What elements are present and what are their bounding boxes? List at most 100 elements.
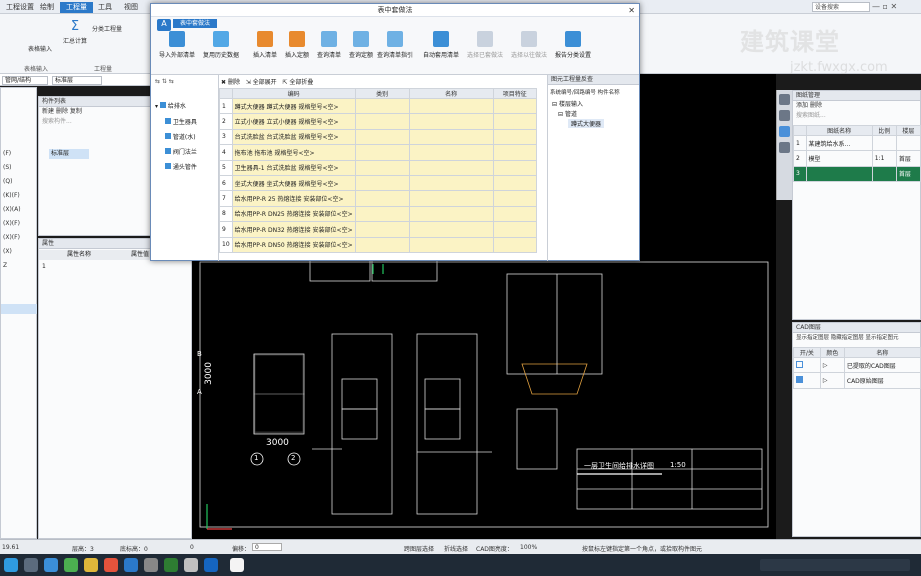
summary-calc-button[interactable]: Σ 汇总计算 bbox=[60, 20, 90, 46]
checkbox-icon[interactable] bbox=[165, 148, 171, 154]
app-icon[interactable] bbox=[204, 558, 218, 572]
tree-root[interactable]: ▾ 给排水 bbox=[155, 101, 186, 110]
view-icon[interactable] bbox=[779, 126, 790, 137]
new-button[interactable]: 新建 bbox=[42, 108, 54, 115]
btn-label: 导入外部清单 bbox=[158, 52, 195, 59]
table-row[interactable]: 3 台式洗脸盆 台式洗脸盆 规格型号<空> bbox=[219, 128, 538, 146]
checkbox-icon[interactable] bbox=[159, 102, 166, 108]
side-row[interactable]: ⊟ 楼层输入 bbox=[552, 99, 583, 108]
app-icon[interactable] bbox=[144, 558, 158, 572]
tree-item[interactable]: (X)(F) bbox=[3, 234, 20, 241]
tree-child[interactable]: 管道(水) bbox=[165, 132, 196, 141]
table-row[interactable]: 1 某建筑给水系... bbox=[793, 134, 921, 152]
app-icon[interactable] bbox=[104, 558, 118, 572]
offset-input[interactable]: 0 bbox=[252, 543, 282, 551]
auto-apply-button[interactable]: 自动套用清单 bbox=[419, 31, 463, 59]
table-input-button[interactable]: 表格输入 bbox=[20, 44, 60, 53]
copy-button[interactable]: 复制 bbox=[70, 108, 82, 115]
orbit-icon[interactable] bbox=[779, 94, 790, 105]
show-layer-tab[interactable]: 显示指定图层 bbox=[796, 335, 829, 341]
table-row[interactable]: 10 给水用PP-R DN50 热熔连接 安装部位<空> bbox=[219, 236, 538, 253]
system-tray[interactable] bbox=[760, 559, 910, 571]
expand-icon[interactable]: ▷ bbox=[819, 356, 845, 374]
tree-selected-row[interactable] bbox=[1, 304, 37, 314]
select-previous-button[interactable]: 选择以往做法 bbox=[507, 31, 551, 59]
query-guide-button[interactable]: 查询清单指引 bbox=[373, 31, 417, 59]
table-row[interactable]: 7 给水用PP-R 25 热熔连接 安装部位<空> bbox=[219, 190, 538, 207]
tree-item[interactable]: (X)(F) bbox=[3, 220, 20, 227]
side-row[interactable]: ⊟ 管道 bbox=[558, 109, 577, 118]
drawing-search-input[interactable]: 搜索图纸... bbox=[793, 111, 920, 121]
browser-icon[interactable] bbox=[44, 558, 58, 572]
tab-tools[interactable]: 工具 bbox=[92, 2, 118, 13]
zoom-icon[interactable] bbox=[779, 110, 790, 121]
reuse-history-button[interactable]: 复用历史数据 bbox=[199, 31, 243, 59]
folder-icon[interactable] bbox=[84, 558, 98, 572]
app-icon[interactable] bbox=[230, 558, 244, 572]
tree-child[interactable]: 通头管件 bbox=[165, 162, 197, 171]
tree-child[interactable]: 卫生器具 bbox=[165, 117, 197, 126]
device-search-input[interactable]: 设备搜索 bbox=[812, 2, 870, 12]
tree-item[interactable]: (X) bbox=[3, 248, 12, 255]
tab-draw[interactable]: 绘制 bbox=[34, 2, 60, 13]
table-row[interactable]: 9 给水用PP-R DN32 热熔连接 安装部位<空> bbox=[219, 221, 538, 238]
dialog-tab[interactable]: 表中套做法 bbox=[173, 19, 217, 28]
checkbox-icon[interactable] bbox=[165, 118, 171, 124]
polyline-select[interactable]: 折线选择 bbox=[444, 544, 468, 553]
table-row[interactable]: ▷ 已提取的CAD图层 bbox=[793, 356, 921, 374]
table-row[interactable]: 6 坐式大便器 坐式大便器 规格型号<空> bbox=[219, 174, 538, 192]
import-list-button[interactable]: 导入外部清单 bbox=[155, 31, 199, 59]
tree-item[interactable]: Z bbox=[3, 262, 7, 269]
table-row[interactable]: 8 给水用PP-R DN25 热熔连接 安装部位<空> bbox=[219, 205, 538, 223]
wechat-icon[interactable] bbox=[64, 558, 78, 572]
app-icon[interactable] bbox=[184, 558, 198, 572]
tree-item[interactable]: (K)(F) bbox=[3, 192, 20, 199]
side-row-selected[interactable]: 蹲式大便器 bbox=[568, 119, 605, 128]
layer-checkbox[interactable] bbox=[796, 360, 803, 368]
show-element-tab[interactable]: 显示指定图元 bbox=[866, 335, 899, 341]
tab-quantity[interactable]: 工程量 bbox=[60, 2, 93, 13]
tree-item[interactable]: (F) bbox=[3, 150, 11, 157]
floor-selector[interactable]: 标准层 bbox=[52, 76, 102, 85]
tree-item[interactable]: (Q) bbox=[3, 178, 12, 185]
start-icon[interactable] bbox=[4, 558, 18, 572]
pan-icon[interactable] bbox=[779, 142, 790, 153]
glodon-icon[interactable] bbox=[124, 558, 138, 572]
table-row[interactable]: 1 蹲式大便器 蹲式大便器 规格型号<空> bbox=[219, 97, 538, 115]
delete-drawing-button[interactable]: 删除 bbox=[810, 102, 822, 109]
window-controls[interactable]: — ▫ ✕ bbox=[872, 2, 897, 11]
table-input-label: 表格输入 bbox=[27, 46, 52, 53]
close-icon[interactable]: ✕ bbox=[628, 4, 635, 17]
delete-button[interactable]: 删除 bbox=[56, 108, 68, 115]
system-selector[interactable]: 管网/结构 bbox=[2, 76, 48, 85]
tree-child[interactable]: 阀门法兰 bbox=[165, 147, 197, 156]
cross-layer-select[interactable]: 跨图层选择 bbox=[404, 544, 434, 553]
add-drawing-button[interactable]: 添加 bbox=[796, 102, 808, 109]
tree-item[interactable]: (S) bbox=[3, 164, 12, 171]
checkbox-icon[interactable] bbox=[165, 133, 171, 139]
table-row[interactable]: ▷ CAD原始图层 bbox=[793, 372, 921, 389]
delete-row-button[interactable]: ✖ 删除 bbox=[221, 79, 240, 86]
cad-brightness-value[interactable]: 100% bbox=[520, 544, 537, 551]
hide-layer-tab[interactable]: 隐藏指定图层 bbox=[831, 335, 864, 341]
component-item[interactable]: 标准层 bbox=[49, 149, 89, 159]
tab-view[interactable]: 视图 bbox=[118, 2, 144, 13]
table-row[interactable]: 2 立式小便器 立式小便器 规格型号<空> bbox=[219, 113, 538, 130]
classify-quantity-button[interactable]: 分类工程量 bbox=[92, 24, 136, 33]
expand-all-button[interactable]: ⇲ 全部展开 bbox=[246, 79, 277, 86]
axis-label-a: A bbox=[197, 388, 202, 396]
tree-item[interactable]: (X)(A) bbox=[3, 206, 21, 213]
tree-toolbar-icons[interactable]: ⇆ ⇅ ⇆ bbox=[155, 78, 174, 85]
checkbox-icon[interactable] bbox=[165, 163, 171, 169]
report-category-button[interactable]: 报告分类设置 bbox=[551, 31, 595, 59]
explorer-icon[interactable] bbox=[24, 558, 38, 572]
table-row[interactable]: 2 模型 1:1 首层 bbox=[793, 150, 921, 167]
table-row[interactable]: 4 拖布池 拖布池 规格型号<空> bbox=[219, 144, 538, 161]
layer-checkbox[interactable] bbox=[796, 376, 803, 384]
select-applied-button[interactable]: 选择已套做法 bbox=[463, 31, 507, 59]
table-row-selected[interactable]: 3 首层 bbox=[793, 165, 921, 183]
collapse-all-button[interactable]: ⇱ 全部折叠 bbox=[282, 79, 313, 86]
expand-icon[interactable]: ▷ bbox=[819, 372, 845, 389]
table-row[interactable]: 5 卫生器具-1 台式洗脸盆 规格型号<空> bbox=[219, 159, 538, 176]
app-icon[interactable] bbox=[164, 558, 178, 572]
